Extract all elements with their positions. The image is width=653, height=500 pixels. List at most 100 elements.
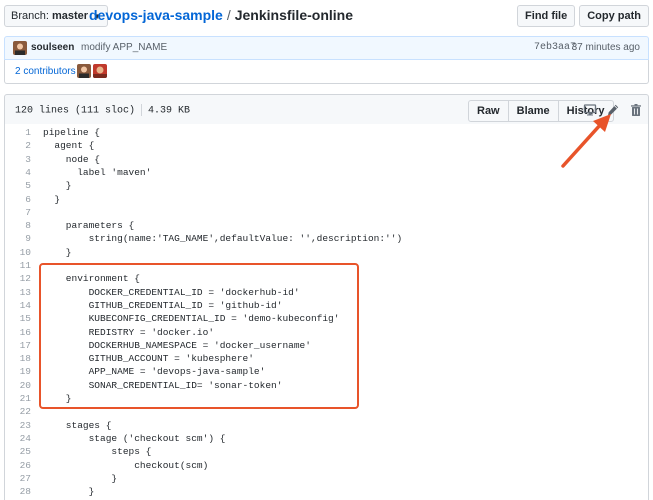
line-number[interactable]: 13: [5, 286, 31, 299]
line-content: agent {: [43, 140, 95, 152]
code-line: 28 }: [5, 485, 645, 498]
line-number[interactable]: 19: [5, 365, 31, 378]
contributors-link[interactable]: 2 contributors: [15, 66, 76, 77]
line-number[interactable]: 12: [5, 272, 31, 285]
line-number[interactable]: 5: [5, 179, 31, 192]
line-number[interactable]: 16: [5, 326, 31, 339]
repo-link[interactable]: devops-java-sample: [89, 7, 223, 23]
line-content: }: [43, 180, 72, 192]
contributor-avatar[interactable]: [93, 64, 107, 78]
code-line: 14 GITHUB_CREDENTIAL_ID = 'github-id': [5, 299, 645, 312]
line-content: stages {: [43, 419, 112, 431]
code-line: 5 }: [5, 179, 645, 192]
line-content: environment {: [43, 273, 140, 285]
pencil-icon[interactable]: [606, 103, 620, 117]
code-line: 10 }: [5, 246, 645, 259]
line-number[interactable]: 6: [5, 193, 31, 206]
line-content: label 'maven': [43, 166, 152, 178]
line-content: pipeline {: [43, 127, 101, 138]
code-line: 7: [5, 206, 645, 219]
code-line: 15 KUBECONFIG_CREDENTIAL_ID = 'demo-kube…: [5, 312, 645, 325]
contributor-avatar[interactable]: [77, 64, 91, 78]
code-line: 25 steps {: [5, 445, 645, 458]
line-number[interactable]: 8: [5, 219, 31, 232]
file-header: 120 lines (111 sloc) 4.39 KB Raw Blame Hi…: [4, 94, 649, 125]
find-file-button[interactable]: Find file: [517, 5, 576, 27]
code-line: 26 checkout(scm): [5, 459, 645, 472]
code-line: 21 }: [5, 392, 645, 405]
file-navigation-bar: Branch: master ▼ devops-java-sample / Jenk…: [0, 0, 653, 32]
line-content: GITHUB_CREDENTIAL_ID = 'github-id': [43, 299, 283, 311]
line-number[interactable]: 27: [5, 472, 31, 485]
line-number[interactable]: 11: [5, 259, 31, 272]
line-content: KUBECONFIG_CREDENTIAL_ID = 'demo-kubecon…: [43, 313, 340, 325]
code-line: 12 environment {: [5, 272, 645, 285]
line-number[interactable]: 18: [5, 352, 31, 365]
commit-sha-link[interactable]: 7eb3aa7: [534, 42, 576, 53]
line-number[interactable]: 21: [5, 392, 31, 405]
line-number[interactable]: 23: [5, 419, 31, 432]
branch-name: master: [51, 10, 89, 22]
latest-commit-bar: soulseen modify APP_NAME 7eb3aa7 37 minu…: [4, 36, 649, 60]
line-content: stage ('checkout scm') {: [43, 432, 226, 444]
breadcrumb-separator: /: [226, 7, 231, 23]
blame-button[interactable]: Blame: [507, 100, 559, 122]
desktop-icon[interactable]: [583, 103, 597, 117]
file-info: 120 lines (111 sloc) 4.39 KB: [15, 104, 190, 117]
author-avatar[interactable]: [13, 41, 27, 55]
code-line: 23 stages {: [5, 419, 645, 432]
breadcrumb: devops-java-sample / Jenkinsfile-online: [89, 6, 353, 24]
line-content: }: [43, 393, 72, 404]
code-line: 2 agent {: [5, 139, 645, 152]
line-number[interactable]: 28: [5, 485, 31, 498]
commit-time: 37 minutes ago: [571, 42, 640, 53]
code-line: 1 pipeline {: [5, 126, 645, 139]
code-line: 8 parameters {: [5, 219, 645, 232]
code-line: 24 stage ('checkout scm') {: [5, 432, 645, 445]
line-number[interactable]: 7: [5, 206, 31, 219]
line-number[interactable]: 17: [5, 339, 31, 352]
line-number[interactable]: 24: [5, 432, 31, 445]
file-size: 4.39 KB: [148, 105, 191, 117]
line-content: GITHUB_ACCOUNT = 'kubesphere': [43, 353, 254, 365]
line-number[interactable]: 2: [5, 139, 31, 152]
code-line: 11: [5, 259, 645, 272]
line-content: SONAR_CREDENTIAL_ID= 'sonar-token': [43, 379, 283, 391]
code-line: 4 label 'maven': [5, 166, 645, 179]
top-actions: Find file Copy path: [517, 5, 649, 27]
line-number[interactable]: 9: [5, 232, 31, 245]
line-number[interactable]: 26: [5, 459, 31, 472]
line-content: }: [43, 246, 72, 258]
contributors-bar: 2 contributors: [4, 60, 649, 84]
line-number[interactable]: 4: [5, 166, 31, 179]
commit-author-link[interactable]: soulseen: [31, 42, 74, 53]
raw-button[interactable]: Raw: [468, 100, 509, 122]
line-content: }: [43, 472, 118, 484]
line-count: 120 lines (111 sloc): [15, 105, 136, 117]
line-content: APP_NAME = 'devops-java-sample': [43, 366, 266, 378]
line-number[interactable]: 10: [5, 246, 31, 259]
branch-prefix: Branch:: [11, 10, 49, 22]
line-number[interactable]: 25: [5, 445, 31, 458]
line-content: node {: [43, 153, 101, 165]
line-content: }: [43, 193, 61, 205]
code-line: 22: [5, 405, 645, 418]
line-content: DOCKER_CREDENTIAL_ID = 'dockerhub-id': [43, 286, 300, 298]
code-line: 16 REDISTRY = 'docker.io': [5, 326, 645, 339]
code-line: 27 }: [5, 472, 645, 485]
line-content: }: [43, 486, 95, 498]
line-number[interactable]: 1: [5, 126, 31, 139]
code-line: 13 DOCKER_CREDENTIAL_ID = 'dockerhub-id': [5, 286, 645, 299]
line-content: checkout(scm): [43, 459, 209, 471]
commit-message-link[interactable]: modify APP_NAME: [81, 42, 167, 53]
trash-icon[interactable]: [629, 103, 643, 117]
divider: [141, 104, 143, 116]
line-number[interactable]: 15: [5, 312, 31, 325]
line-number[interactable]: 20: [5, 379, 31, 392]
code-line: 19 APP_NAME = 'devops-java-sample': [5, 365, 645, 378]
line-number[interactable]: 14: [5, 299, 31, 312]
code-line: 20 SONAR_CREDENTIAL_ID= 'sonar-token': [5, 379, 645, 392]
line-number[interactable]: 3: [5, 153, 31, 166]
line-number[interactable]: 22: [5, 405, 31, 418]
copy-path-button[interactable]: Copy path: [579, 5, 649, 27]
